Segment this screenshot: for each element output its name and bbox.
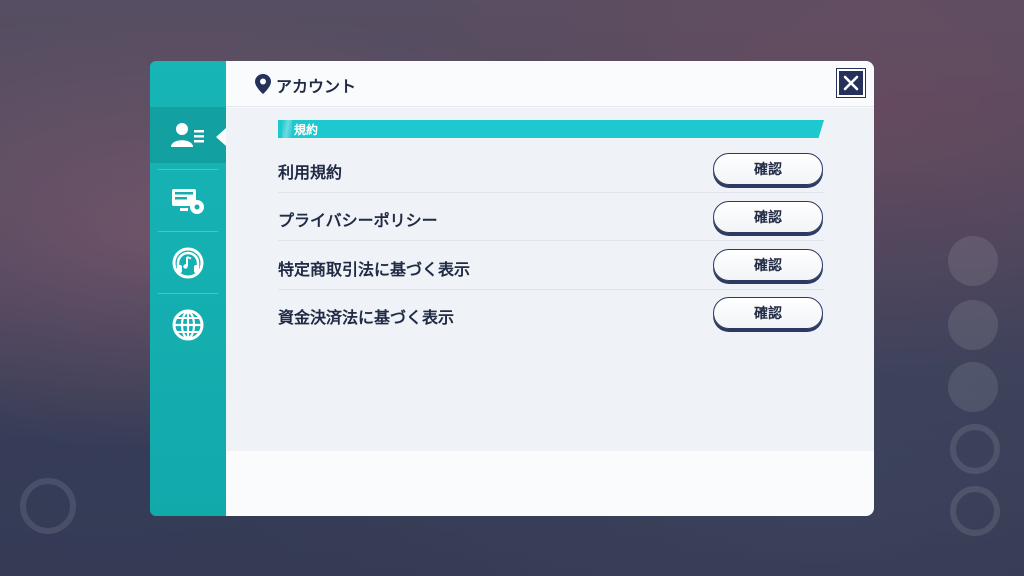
sidebar-item-display[interactable] — [150, 173, 226, 229]
globe-language-icon — [172, 309, 204, 341]
terms-of-service-label: 利用規約 — [278, 163, 343, 182]
section-title: 規約 — [294, 123, 319, 137]
privacy-policy-confirm-button[interactable]: 確認 — [713, 201, 823, 233]
commercial-transactions-confirm-button[interactable]: 確認 — [713, 249, 823, 281]
bg-decor-circle — [948, 300, 998, 350]
list-item: 利用規約 確認 — [278, 145, 824, 193]
section-header-accent — [282, 120, 292, 138]
commercial-transactions-label: 特定商取引法に基づく表示 — [278, 260, 471, 279]
display-settings-icon — [172, 189, 204, 214]
map-pin-icon — [255, 74, 271, 94]
bg-decor-circle — [948, 362, 998, 412]
bg-decor-circle — [20, 478, 76, 534]
page-title: アカウント — [276, 77, 357, 96]
audio-headphones-icon — [172, 247, 204, 279]
payment-services-label: 資金決済法に基づく表示 — [278, 308, 455, 327]
list-item: 特定商取引法に基づく表示 確認 — [278, 242, 824, 290]
terms-of-service-confirm-button[interactable]: 確認 — [713, 153, 823, 185]
sidebar-divider — [158, 169, 218, 170]
active-tab-pointer — [216, 128, 226, 146]
list-item: 資金決済法に基づく表示 確認 — [278, 290, 824, 338]
list-item: プライバシーポリシー 確認 — [278, 193, 824, 241]
sidebar-item-language[interactable] — [150, 297, 226, 353]
account-icon — [171, 123, 204, 147]
account-panel: アカウント 規約 利用規約 確認 プライバシーポリシー 確認 特定商取引法に基づ… — [226, 61, 874, 516]
sidebar-divider — [158, 293, 218, 294]
bg-decor-circle — [950, 424, 1000, 474]
sidebar-item-account[interactable] — [150, 107, 226, 163]
close-button[interactable] — [836, 68, 866, 98]
privacy-policy-label: プライバシーポリシー — [278, 211, 438, 230]
sidebar-divider — [158, 231, 218, 232]
section-header: 規約 — [278, 120, 824, 138]
payment-services-confirm-button[interactable]: 確認 — [713, 297, 823, 329]
bg-decor-circle — [950, 486, 1000, 536]
panel-header: アカウント — [226, 61, 874, 107]
close-icon — [843, 75, 859, 91]
bg-decor-circle — [948, 236, 998, 286]
sidebar-item-audio[interactable] — [150, 235, 226, 291]
